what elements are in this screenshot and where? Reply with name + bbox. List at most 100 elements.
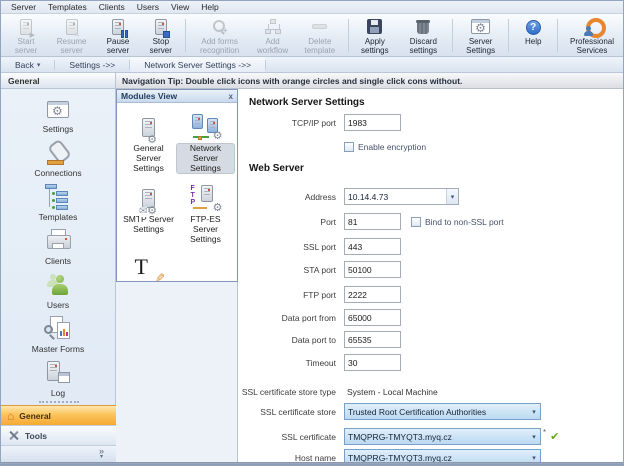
chevron-down-icon[interactable]: ▾ — [528, 429, 540, 444]
toolbar-separator — [557, 19, 558, 52]
sidebar-header: General — [1, 73, 116, 89]
module-general-server-settings[interactable]: ⚙ General Server Settings — [120, 110, 177, 173]
server-settings-button[interactable]: ⚙ Server Settings — [456, 16, 506, 55]
ssl-certificate-label: SSL certificate — [238, 432, 341, 442]
professional-services-button[interactable]: Professional Services — [561, 16, 623, 55]
chevron-down-icon[interactable]: ▾ — [528, 404, 540, 419]
add-forms-recognition-icon: + — [212, 17, 228, 37]
resume-server-button: → Resume server — [47, 16, 96, 55]
sidebar-item-templates[interactable]: Templates — [13, 183, 103, 222]
bind-non-ssl-checkbox[interactable] — [411, 217, 421, 227]
sidebar-item-settings[interactable]: ⚙ Settings — [13, 95, 103, 134]
apply-settings-icon — [367, 17, 382, 37]
sidebar-item-log[interactable]: Log — [13, 359, 103, 398]
apply-settings-button[interactable]: Apply settings — [352, 16, 398, 55]
cert-store-select[interactable]: Trusted Root Certification Authorities ▾ — [344, 403, 541, 420]
sidebar-item-connections[interactable]: Connections — [13, 139, 103, 178]
stop-server-button[interactable]: Stop server — [140, 16, 182, 55]
menu-templates[interactable]: Templates — [48, 2, 87, 12]
help-icon: ? — [526, 17, 541, 37]
ftp-port-row: FTP port — [238, 286, 401, 303]
house-icon: ⌂ — [7, 410, 14, 422]
tools-icon — [7, 429, 20, 442]
data-port-to-input[interactable] — [344, 331, 401, 348]
sta-port-input[interactable] — [344, 261, 401, 278]
address-label: Address — [238, 192, 341, 202]
breadcrumb-settings[interactable]: Settings ->> — [55, 57, 129, 72]
host-name-row: Host name TMQPRG-TMYQT3.myq.cz ▾ — [238, 449, 541, 463]
ssl-certificate-select[interactable]: TMQPRG-TMYQT3.myq.cz ▾ — [344, 428, 541, 445]
nav-button-general[interactable]: ⌂ General — [1, 405, 116, 425]
breadcrumb: Back ▾ Settings ->> Network Server Setti… — [1, 57, 624, 73]
ftp-port-label: FTP port — [238, 290, 341, 300]
help-button[interactable]: ? Help — [512, 16, 554, 55]
menu-users[interactable]: Users — [137, 2, 159, 12]
ssl-certificate-value: TMQPRG-TMYQT3.myq.cz — [345, 432, 528, 442]
module-ftp-es-server-settings[interactable]: FTP ⚙ FTP-ES Server Settings — [177, 181, 234, 244]
chevron-overflow-icon[interactable]: »▾ — [99, 448, 104, 460]
host-name-select[interactable]: TMQPRG-TMYQT3.myq.cz ▾ — [344, 449, 541, 463]
data-port-to-label: Data port to — [238, 335, 341, 345]
ssl-port-input[interactable] — [344, 238, 401, 255]
modules-grid: ⚙ General Server Settings ⚙ Network Serv… — [117, 103, 237, 306]
menu-bar: Server Templates Clients Users View Help — [1, 1, 624, 14]
data-port-from-row: Data port from — [238, 309, 401, 326]
close-icon[interactable]: x — [229, 92, 233, 101]
ssl-port-row: SSL port — [238, 238, 401, 255]
data-port-to-row: Data port to — [238, 331, 401, 348]
cert-store-type-value: System - Local Machine — [347, 387, 438, 397]
breadcrumb-separator — [265, 60, 266, 70]
tcpip-port-input[interactable] — [344, 114, 401, 131]
discard-settings-icon — [416, 17, 430, 37]
address-row: Address 10.14.4.73 ▾ — [238, 188, 459, 205]
menu-server[interactable]: Server — [11, 2, 36, 12]
host-name-label: Host name — [238, 453, 341, 463]
back-button[interactable]: Back ▾ — [1, 57, 54, 72]
toolbar-separator — [185, 19, 186, 52]
templates-icon — [45, 183, 71, 211]
sidebar-item-clients[interactable]: Clients — [13, 227, 103, 266]
menu-clients[interactable]: Clients — [99, 2, 125, 12]
data-port-from-input[interactable] — [344, 309, 401, 326]
address-select[interactable]: 10.14.4.73 ▾ — [344, 188, 459, 205]
timeout-input[interactable] — [344, 354, 401, 371]
tcpip-port-row: TCP/IP port — [238, 114, 401, 131]
port-label: Port — [238, 217, 341, 227]
ssl-certificate-row: SSL certificate TMQPRG-TMYQT3.myq.cz ▾ *… — [238, 428, 559, 445]
server-start-icon: ▶ — [20, 17, 32, 37]
discard-settings-button[interactable]: Discard settings — [398, 16, 449, 55]
navigation-tip-bar: Navigation Tip: Double click icons with … — [116, 73, 624, 89]
start-server-button: ▶ Start server — [5, 16, 47, 55]
module-smtp-server-settings[interactable]: ✉⚙ SMTP Server Settings — [120, 181, 177, 244]
add-forms-recognition-button: + Add forms recognition — [189, 16, 251, 55]
sidebar-item-users[interactable]: Users — [13, 271, 103, 310]
master-forms-icon — [44, 315, 72, 343]
cert-store-label: SSL certificate store — [238, 407, 341, 417]
server-settings-icon: ⚙ — [471, 17, 490, 37]
valid-check-icon: ✔ — [550, 430, 559, 443]
menu-view[interactable]: View — [171, 2, 189, 12]
server-stop-icon — [155, 17, 167, 37]
sidebar-item-list: ⚙ Settings Connections Templates Clients — [1, 95, 115, 403]
enable-encryption-checkbox[interactable] — [344, 142, 354, 152]
modules-view-header[interactable]: Modules View x — [117, 90, 237, 103]
chevron-down-icon[interactable]: ▾ — [446, 189, 458, 204]
data-port-from-label: Data port from — [238, 313, 341, 323]
clients-icon — [45, 227, 71, 255]
smtp-server-settings-icon: ✉⚙ — [142, 181, 155, 215]
address-value: 10.14.4.73 — [345, 192, 446, 202]
cert-store-row: SSL certificate store Trusted Root Certi… — [238, 403, 541, 420]
timeout-row: Timeout — [238, 354, 401, 371]
general-server-settings-icon: ⚙ — [142, 110, 155, 144]
ftp-port-input[interactable] — [344, 286, 401, 303]
cert-store-type-label: SSL certificate store type — [238, 387, 341, 397]
nav-button-tools[interactable]: Tools — [1, 425, 116, 445]
menu-help[interactable]: Help — [201, 2, 218, 12]
module-network-server-settings[interactable]: ⚙ Network Server Settings — [177, 110, 234, 173]
timeout-label: Timeout — [238, 358, 341, 368]
port-input[interactable] — [344, 213, 401, 230]
sta-port-row: STA port — [238, 261, 401, 278]
pause-server-button[interactable]: Pause server — [96, 16, 140, 55]
sidebar-item-master-forms[interactable]: Master Forms — [13, 315, 103, 354]
breadcrumb-network-server-settings[interactable]: Network Server Settings ->> — [130, 57, 265, 72]
